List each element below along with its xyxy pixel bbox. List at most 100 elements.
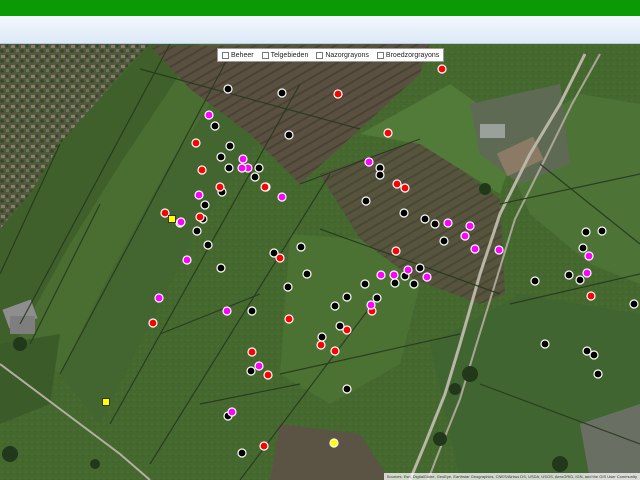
- legend-item-broedzorgrayons[interactable]: Broedzorgrayons: [376, 51, 439, 59]
- checkbox-broedzorgrayons[interactable]: [376, 51, 384, 59]
- map-marker-magenta[interactable]: [582, 268, 592, 278]
- map-marker-black[interactable]: [210, 121, 220, 131]
- map-marker-magenta[interactable]: [389, 270, 399, 280]
- map-marker-black[interactable]: [578, 243, 588, 253]
- map-marker-black[interactable]: [439, 236, 449, 246]
- map-marker-magenta[interactable]: [182, 255, 192, 265]
- map-marker-black[interactable]: [360, 279, 370, 289]
- map-marker-black[interactable]: [581, 227, 591, 237]
- map-marker-red[interactable]: [316, 340, 326, 350]
- map-marker-magenta[interactable]: [154, 293, 164, 303]
- map-marker-magenta[interactable]: [364, 157, 374, 167]
- map-marker-magenta[interactable]: [237, 163, 247, 173]
- map-marker-magenta[interactable]: [494, 245, 504, 255]
- map-marker-magenta[interactable]: [584, 251, 594, 261]
- map-marker-red[interactable]: [197, 165, 207, 175]
- legend-item-beheer[interactable]: Beheer: [222, 51, 254, 59]
- map-marker-black[interactable]: [283, 282, 293, 292]
- map-marker-black[interactable]: [593, 369, 603, 379]
- map-marker-black[interactable]: [415, 263, 425, 273]
- map-marker-magenta[interactable]: [204, 110, 214, 120]
- map-marker-red[interactable]: [160, 208, 170, 218]
- map-marker-black[interactable]: [296, 242, 306, 252]
- map-marker-red[interactable]: [383, 128, 393, 138]
- map-marker-black[interactable]: [409, 279, 419, 289]
- map-marker-black[interactable]: [203, 240, 213, 250]
- checkbox-telgebieden[interactable]: [261, 51, 269, 59]
- map-marker-black[interactable]: [564, 270, 574, 280]
- map-marker-black[interactable]: [399, 208, 409, 218]
- map-marker-magenta[interactable]: [176, 217, 186, 227]
- checkbox-nazorgrayons[interactable]: [316, 51, 324, 59]
- map-marker-black[interactable]: [390, 278, 400, 288]
- map-marker-red[interactable]: [400, 183, 410, 193]
- map-marker-red[interactable]: [148, 318, 158, 328]
- map-marker-red[interactable]: [284, 314, 294, 324]
- map-marker-magenta[interactable]: [376, 270, 386, 280]
- map-marker-red[interactable]: [247, 347, 257, 357]
- map-marker-red[interactable]: [275, 253, 285, 263]
- map-marker-red[interactable]: [391, 246, 401, 256]
- map-marker-black[interactable]: [342, 384, 352, 394]
- map-marker-black[interactable]: [317, 332, 327, 342]
- map-marker-black[interactable]: [277, 88, 287, 98]
- map-marker-black[interactable]: [530, 276, 540, 286]
- map-marker-red[interactable]: [191, 138, 201, 148]
- map-marker-magenta[interactable]: [460, 231, 470, 241]
- map-marker-magenta[interactable]: [465, 221, 475, 231]
- map-marker-red[interactable]: [259, 441, 269, 451]
- map-marker-black[interactable]: [420, 214, 430, 224]
- map-marker-red[interactable]: [195, 212, 205, 222]
- map-marker-yellow[interactable]: [329, 438, 339, 448]
- map-marker-magenta[interactable]: [254, 361, 264, 371]
- map-marker-black[interactable]: [216, 152, 226, 162]
- map-marker-black[interactable]: [361, 196, 371, 206]
- map-marker-magenta[interactable]: [403, 265, 413, 275]
- map-marker-black[interactable]: [223, 84, 233, 94]
- map-marker-red[interactable]: [392, 179, 402, 189]
- map-marker-red[interactable]: [437, 64, 447, 74]
- map-marker-black[interactable]: [342, 292, 352, 302]
- map-marker-magenta[interactable]: [222, 306, 232, 316]
- map-marker-black[interactable]: [237, 448, 247, 458]
- legend-item-nazorgrayons[interactable]: Nazorgrayons: [316, 51, 369, 59]
- map-marker-black[interactable]: [224, 163, 234, 173]
- map-marker-black[interactable]: [575, 275, 585, 285]
- map-marker-black[interactable]: [302, 269, 312, 279]
- map-marker-magenta[interactable]: [366, 300, 376, 310]
- map-marker-black[interactable]: [254, 163, 264, 173]
- map-marker-black[interactable]: [192, 226, 202, 236]
- map-marker-red[interactable]: [263, 370, 273, 380]
- map-marker-magenta[interactable]: [277, 192, 287, 202]
- legend-item-telgebieden[interactable]: Telgebieden: [261, 51, 308, 59]
- map-canvas[interactable]: [0, 44, 640, 480]
- map-marker-magenta[interactable]: [194, 190, 204, 200]
- map-marker-black[interactable]: [540, 339, 550, 349]
- map-marker-red[interactable]: [260, 182, 270, 192]
- map-marker-black[interactable]: [375, 170, 385, 180]
- map-marker-black[interactable]: [430, 219, 440, 229]
- map-marker-black[interactable]: [597, 226, 607, 236]
- map-marker-black[interactable]: [589, 350, 599, 360]
- map-marker-black[interactable]: [247, 306, 257, 316]
- map-marker-yellow-square[interactable]: [102, 398, 110, 406]
- map-marker-yellow-square[interactable]: [168, 215, 176, 223]
- map-marker-red[interactable]: [586, 291, 596, 301]
- map-marker-magenta[interactable]: [422, 272, 432, 282]
- map-marker-black[interactable]: [629, 299, 639, 309]
- checkbox-beheer[interactable]: [222, 51, 229, 59]
- map-marker-black[interactable]: [216, 263, 226, 273]
- map-marker-magenta[interactable]: [443, 218, 453, 228]
- map-marker-magenta[interactable]: [470, 244, 480, 254]
- map-marker-black[interactable]: [225, 141, 235, 151]
- map-marker-red[interactable]: [333, 89, 343, 99]
- map-marker-red[interactable]: [215, 182, 225, 192]
- map-marker-red[interactable]: [330, 346, 340, 356]
- map-marker-magenta[interactable]: [227, 407, 237, 417]
- map-marker-red[interactable]: [342, 325, 352, 335]
- map-marker-magenta[interactable]: [238, 154, 248, 164]
- map-marker-black[interactable]: [330, 301, 340, 311]
- map-marker-black[interactable]: [200, 200, 210, 210]
- map-marker-black[interactable]: [250, 172, 260, 182]
- map-marker-black[interactable]: [284, 130, 294, 140]
